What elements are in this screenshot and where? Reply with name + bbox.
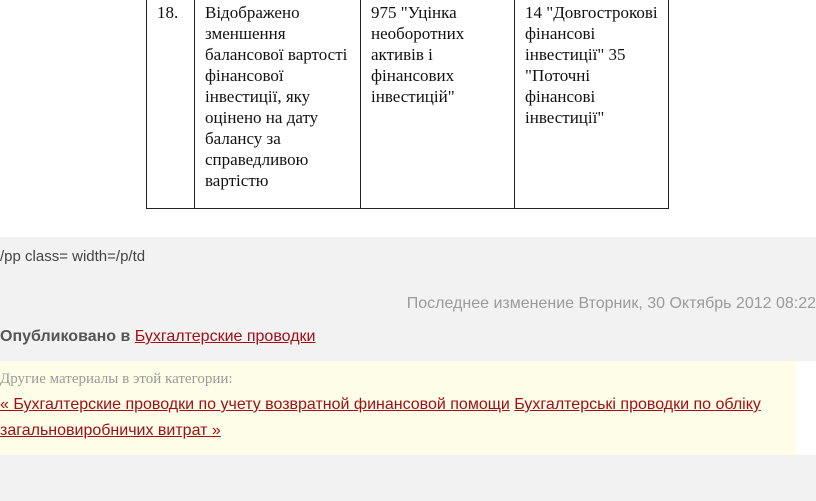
related-heading: Другие материалы в этой категории: [0, 371, 233, 387]
last-modified-text: Последнее изменение Вторник, 30 Октябрь … [406, 295, 816, 312]
related-articles-box: Другие материалы в этой категории: « Бух… [0, 361, 796, 455]
related-links: « Бухгалтерские проводки по учету возвра… [0, 392, 796, 444]
bottom-band [0, 455, 816, 501]
previous-article-link[interactable]: « Бухгалтерские проводки по учету возвра… [0, 396, 510, 413]
category-link[interactable]: Бухгалтерские проводки [135, 328, 316, 345]
published-in-line: Опубликовано в Бухгалтерские проводки [0, 328, 315, 346]
raw-markup-text: /pp class= width=/p/td [0, 248, 146, 265]
table-row: 18. Відображено зменшення балансової вар… [146, 0, 669, 209]
operation-description-cell: Відображено зменшення балансової вартост… [194, 0, 361, 209]
accounting-entries-table: 18. Відображено зменшення балансової вар… [146, 0, 669, 209]
row-number-cell: 18. [146, 0, 195, 209]
table-area: 18. Відображено зменшення балансової вар… [0, 0, 816, 237]
published-label: Опубликовано в [0, 328, 131, 345]
credit-account-cell: 14 "Довгострокові фінансові інвестиції" … [514, 0, 669, 209]
debit-account-cell: 975 "Уцінка необоротних активів і фінанс… [360, 0, 515, 209]
